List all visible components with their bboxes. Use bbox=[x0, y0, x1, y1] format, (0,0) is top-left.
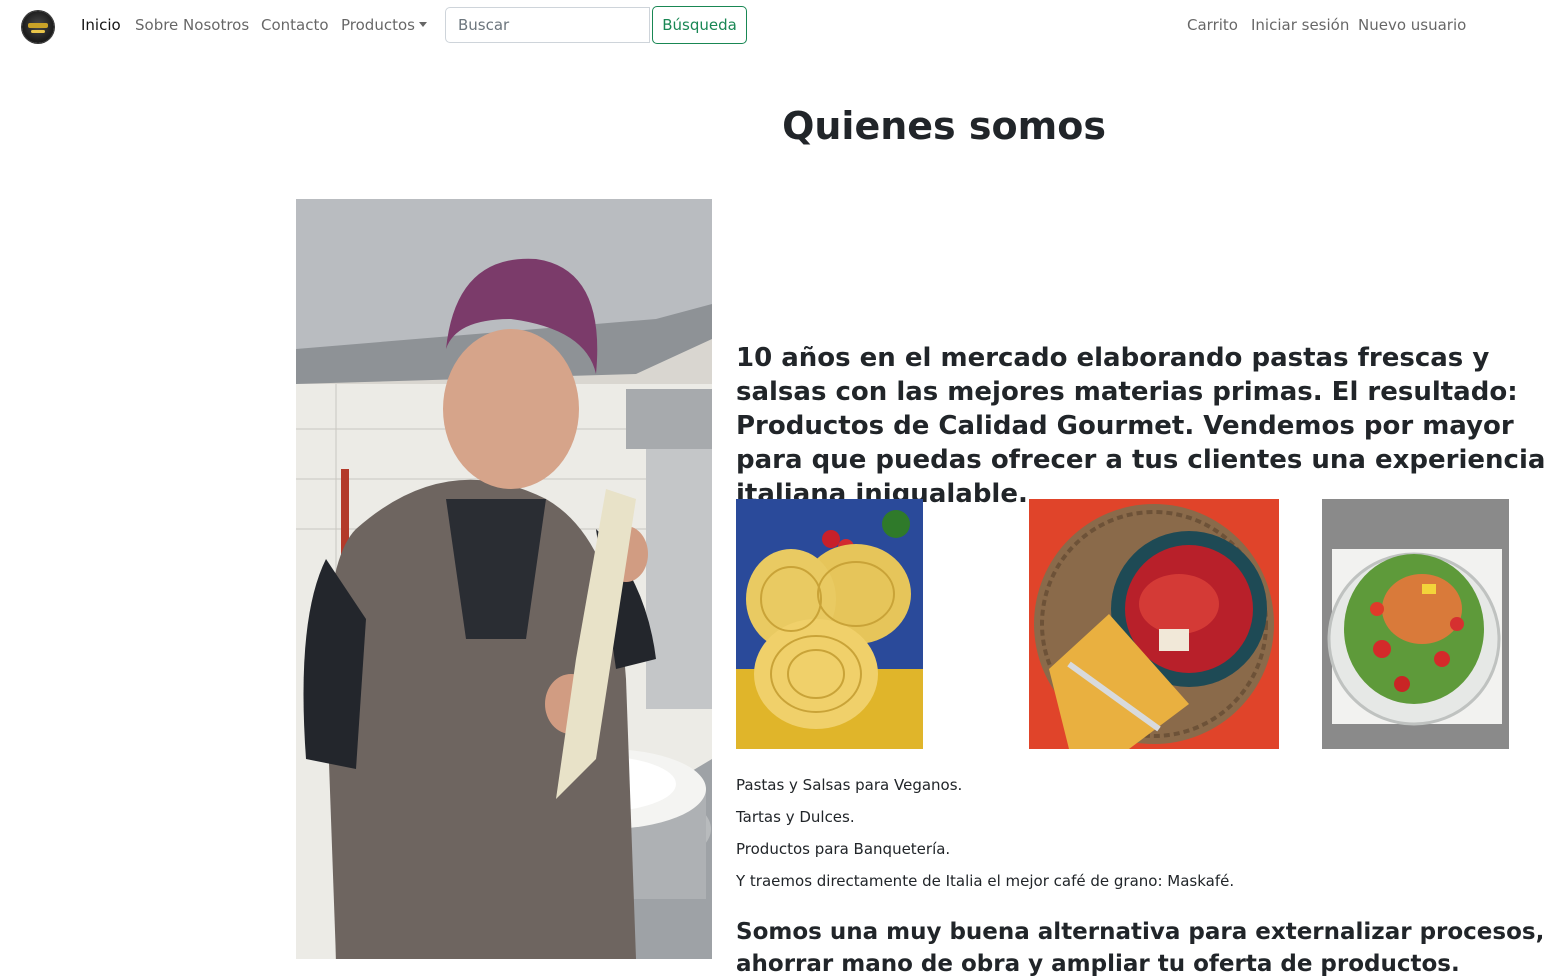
chef-photo bbox=[296, 199, 712, 959]
search-button[interactable]: Búsqueda bbox=[652, 6, 747, 44]
ravioli-sauce-photo bbox=[1029, 499, 1279, 749]
nav-link-about[interactable]: Sobre Nosotros bbox=[135, 16, 249, 34]
pasta-nests-photo bbox=[736, 499, 923, 749]
page-title: Quienes somos bbox=[782, 104, 1106, 148]
nav-link-home[interactable]: Inicio bbox=[81, 16, 121, 34]
feature-line-coffee: Y traemos directamente de Italia el mejo… bbox=[736, 872, 1235, 890]
nav-dropdown-products[interactable]: Productos bbox=[341, 16, 427, 34]
search-input[interactable] bbox=[445, 7, 650, 43]
nav-dropdown-products-label: Productos bbox=[341, 16, 415, 34]
feature-line-banquet: Productos para Banquetería. bbox=[736, 840, 951, 858]
pasta-salad-photo bbox=[1322, 499, 1509, 749]
bottom-heading: Somos una muy buena alternativa para ext… bbox=[736, 919, 1545, 977]
feature-line-tarts: Tartas y Dulces. bbox=[736, 808, 855, 826]
nav-link-login[interactable]: Iniciar sesión bbox=[1251, 16, 1349, 34]
feature-line-vegan: Pastas y Salsas para Veganos. bbox=[736, 776, 963, 794]
brand-logo-icon[interactable] bbox=[22, 11, 54, 43]
navbar: Inicio Sobre Nosotros Contacto Productos… bbox=[0, 0, 1564, 52]
nav-link-contact[interactable]: Contacto bbox=[261, 16, 329, 34]
nav-link-register[interactable]: Nuevo usuario bbox=[1358, 16, 1466, 34]
nav-link-cart[interactable]: Carrito bbox=[1187, 16, 1238, 34]
lead-paragraph: 10 años en el mercado elaborando pastas … bbox=[736, 343, 1546, 509]
caret-down-icon bbox=[418, 22, 427, 27]
